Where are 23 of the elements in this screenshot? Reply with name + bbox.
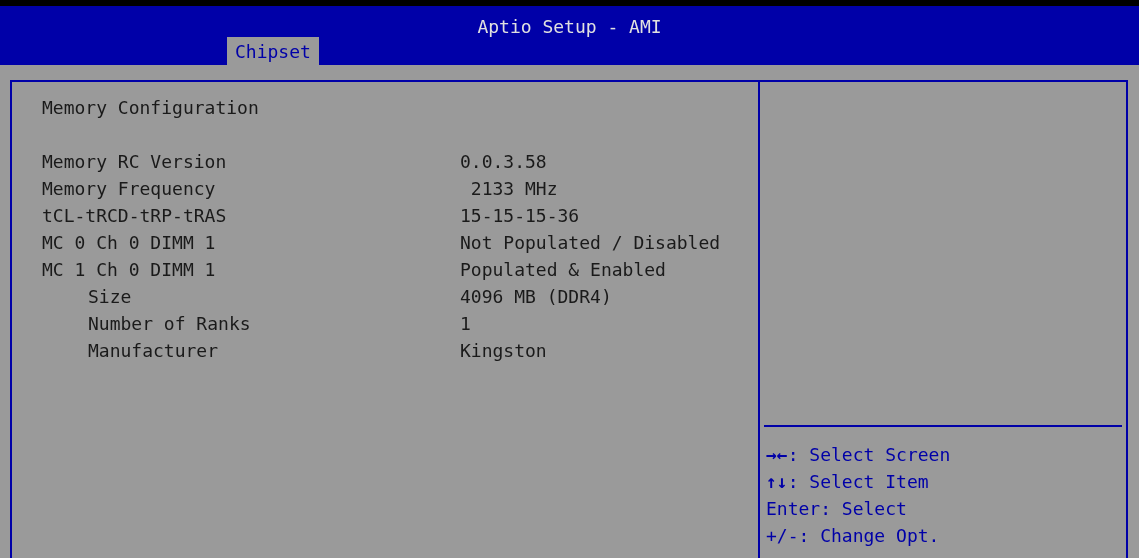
setting-value: 1 <box>460 312 471 336</box>
setting-value: Not Populated / Disabled <box>460 231 721 255</box>
setting-label: tCL-tRCD-tRP-tRAS <box>42 204 228 228</box>
section-title: Memory Configuration <box>42 96 259 120</box>
setting-label: Memory RC Version <box>42 150 228 174</box>
help-text: Enter: Select <box>766 497 907 521</box>
help-text: ↑↓: Select Item <box>766 470 929 494</box>
setting-label: MC 0 Ch 0 DIMM 1 <box>42 231 217 255</box>
setting-value: 4096 MB (DDR4) <box>460 285 612 309</box>
setting-value: Populated & Enabled <box>460 258 666 282</box>
setting-label: Number of Ranks <box>87 312 252 336</box>
setting-value: 2133 MHz <box>469 177 558 201</box>
setting-value: Kingston <box>460 339 547 363</box>
window-title: Aptio Setup - AMI <box>477 15 662 39</box>
setting-value: 0.0.3.58 <box>460 150 547 174</box>
setting-value: 15-15-15-36 <box>460 204 580 228</box>
setting-label: MC 1 Ch 0 DIMM 1 <box>42 258 217 282</box>
setting-label: Manufacturer <box>87 339 220 363</box>
help-text: +/-: Change Opt. <box>766 524 940 548</box>
help-text: →←: Select Screen <box>766 443 951 467</box>
tab[interactable]: Chipset <box>227 37 319 65</box>
setting-label: Memory Frequency <box>42 177 217 201</box>
setting-label: Size <box>87 285 133 309</box>
